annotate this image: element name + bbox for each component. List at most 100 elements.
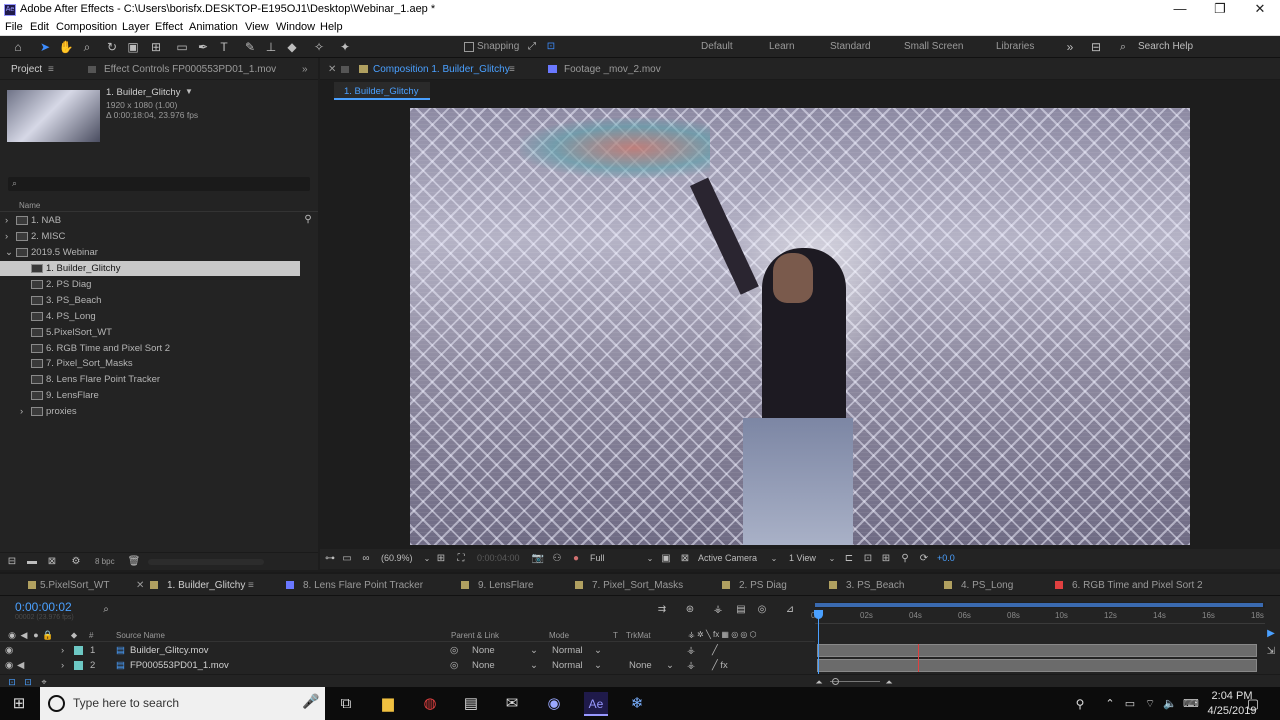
motion-blur-icon[interactable]: ◎ (754, 602, 770, 618)
frame-blending-icon[interactable]: ▤ (733, 602, 749, 618)
layer-label-color[interactable] (74, 661, 83, 670)
home-icon[interactable]: ⌂ (10, 39, 26, 55)
reset-exposure-icon[interactable]: ⟳ (916, 551, 932, 567)
pen-tool-icon[interactable]: ✒ (195, 39, 211, 55)
workspace-default[interactable]: Default (701, 41, 733, 52)
panel-menu-icon[interactable]: ≡ (248, 580, 254, 591)
horizontal-scrollbar[interactable] (148, 559, 264, 565)
close-icon[interactable]: ✕ (328, 64, 336, 75)
project-item[interactable]: 6. RGB Time and Pixel Sort 2 (0, 341, 300, 356)
snap-icon[interactable]: ⤢ (524, 39, 540, 55)
clone-stamp-tool-icon[interactable]: ⊥ (263, 39, 279, 55)
tab-project[interactable]: Project (11, 64, 42, 75)
fit-icon[interactable]: ⊞ (433, 551, 449, 567)
hand-tool-icon[interactable]: ✋ (58, 39, 74, 55)
menu-help[interactable]: Help (320, 21, 343, 33)
project-item[interactable]: 7. Pixel_Sort_Masks (0, 356, 300, 371)
project-search-input[interactable]: ⌕ (8, 177, 310, 191)
chevron-down-icon[interactable]: ⌄ (530, 645, 538, 656)
breadcrumb[interactable]: 1. Builder_Glitchy (334, 82, 430, 100)
lock-icon[interactable]: 🔒 (40, 627, 56, 643)
chevron-down-icon[interactable]: ⌄ (530, 660, 538, 671)
rectangle-tool-icon[interactable]: ▭ (174, 39, 190, 55)
chevron-down-icon[interactable]: ⌄ (666, 660, 674, 671)
tab-timeline[interactable]: 8. Lens Flare Point Tracker (303, 580, 423, 591)
view-layout-dropdown[interactable]: 1 View (789, 553, 816, 563)
brush-tool-icon[interactable]: ✎ (242, 39, 258, 55)
zoom-slider-knob[interactable] (832, 678, 839, 685)
search-icon[interactable]: ⌕ (98, 602, 114, 618)
project-item[interactable]: 5.PixelSort_WT (0, 325, 300, 340)
type-tool-icon[interactable]: T (216, 39, 232, 55)
shy-layers-icon[interactable]: ⚶ (710, 602, 726, 618)
3d-glasses-icon[interactable]: ∞ (358, 551, 374, 567)
playhead-line[interactable] (818, 610, 819, 674)
graph-editor-icon[interactable]: ⊿ (782, 602, 798, 618)
time-ruler[interactable]: 0s02s04s06s08s10s12s14s16s18s (811, 610, 1265, 624)
eye-icon[interactable]: ◉ (5, 660, 13, 671)
tab-composition[interactable]: Composition 1. Builder_Glitchy (373, 64, 510, 75)
tab-timeline[interactable]: 9. LensFlare (478, 580, 534, 591)
column-t[interactable]: T (613, 631, 618, 640)
eye-icon[interactable]: ◉ (5, 645, 13, 656)
menu-composition[interactable]: Composition (56, 21, 117, 33)
microphone-icon[interactable]: 🎤 (302, 693, 319, 710)
task-view-icon[interactable]: ⧉ (334, 692, 358, 716)
trkmat-dropdown[interactable]: None (629, 660, 652, 671)
pan-behind-tool-icon[interactable]: ⊞ (148, 39, 164, 55)
tab-effect-controls[interactable]: Effect Controls FP000553PD01_1.mov (104, 64, 276, 75)
project-item[interactable]: ⌄ 2019.5 Webinar (0, 245, 300, 260)
project-item[interactable]: 9. LensFlare (0, 388, 300, 403)
panel-menu-icon[interactable]: ≡ (509, 64, 515, 75)
zoom-dropdown[interactable]: (60.9%) (381, 553, 413, 563)
tab-timeline[interactable]: 5.PixelSort_WT (40, 580, 109, 591)
expand-arrow-icon[interactable]: › (61, 645, 64, 656)
color-channels-icon[interactable]: ● (568, 551, 584, 567)
timeline-icon[interactable]: ⊞ (878, 551, 894, 567)
quality-switch-icon[interactable]: ╱ fx (712, 660, 728, 671)
maximize-button[interactable]: ❐ (1200, 0, 1240, 20)
audio-icon[interactable]: ◀ (17, 660, 24, 671)
switches-icons[interactable]: ⚶ ✲ ╲ fx ▦ ◎ ◎ ⬡ (688, 630, 757, 639)
workspace-menu-icon[interactable]: ⊟ (1088, 39, 1104, 55)
keyboard-icon[interactable]: ⌨ (1179, 692, 1203, 716)
parent-dropdown[interactable]: None (472, 660, 495, 671)
chevron-down-icon[interactable]: ⌄ (594, 645, 602, 656)
tab-timeline[interactable]: 2. PS Diag (739, 580, 787, 591)
viewer-timecode[interactable]: 0:00:04:00 (477, 553, 520, 563)
menu-layer[interactable]: Layer (122, 21, 150, 33)
project-item[interactable]: › 2. MISC (0, 229, 300, 244)
quality-switch-icon[interactable]: ╱ (712, 645, 718, 656)
layer-row[interactable]: ◉ › 1 ▤ Builder_Glitcy.mov ◎ None ⌄ Norm… (0, 643, 815, 658)
mode-dropdown[interactable]: Normal (552, 645, 583, 656)
layer-bar[interactable] (817, 644, 1257, 657)
column-source-name[interactable]: Source Name (116, 631, 165, 640)
layer-name[interactable]: Builder_Glitcy.mov (130, 645, 209, 656)
column-trkmat[interactable]: TrkMat (626, 631, 651, 640)
selection-tool-icon[interactable]: ➤ (37, 39, 53, 55)
chevron-down-icon[interactable]: ⌄ (642, 551, 658, 567)
windows-start-icon[interactable]: ⊞ (7, 692, 31, 716)
project-item[interactable]: 2. PS Diag (0, 277, 300, 292)
snap-options-icon[interactable]: ⊡ (543, 39, 559, 55)
exposure-value[interactable]: +0.0 (937, 553, 955, 563)
panel-menu-icon[interactable]: ≡ (48, 64, 54, 75)
composition-viewer-image[interactable] (410, 108, 1190, 545)
project-item[interactable]: › proxies (0, 404, 300, 419)
menu-view[interactable]: View (245, 21, 269, 33)
label-tag-icon[interactable]: ⬥ (66, 627, 82, 643)
project-item[interactable]: 3. PS_Beach (0, 293, 300, 308)
work-area-bar[interactable] (815, 602, 1265, 608)
draft-3d-icon[interactable]: ⇉ (654, 602, 670, 618)
expand-arrow-icon[interactable]: › (61, 660, 64, 671)
workspace-libraries[interactable]: Libraries (996, 41, 1034, 52)
workspace-standard[interactable]: Standard (830, 41, 871, 52)
menu-animation[interactable]: Animation (189, 21, 238, 33)
camera-dropdown[interactable]: Active Camera (698, 553, 757, 563)
roto-brush-tool-icon[interactable]: ✧ (311, 39, 327, 55)
region-of-interest-icon[interactable]: ▣ (658, 551, 674, 567)
rotate-tool-icon[interactable]: ↻ (104, 39, 120, 55)
flowchart-icon[interactable]: ⚲ (300, 212, 316, 228)
project-item-selected[interactable]: 1. Builder_Glitchy (0, 261, 300, 276)
search-help-field[interactable]: Search Help (1138, 41, 1193, 52)
